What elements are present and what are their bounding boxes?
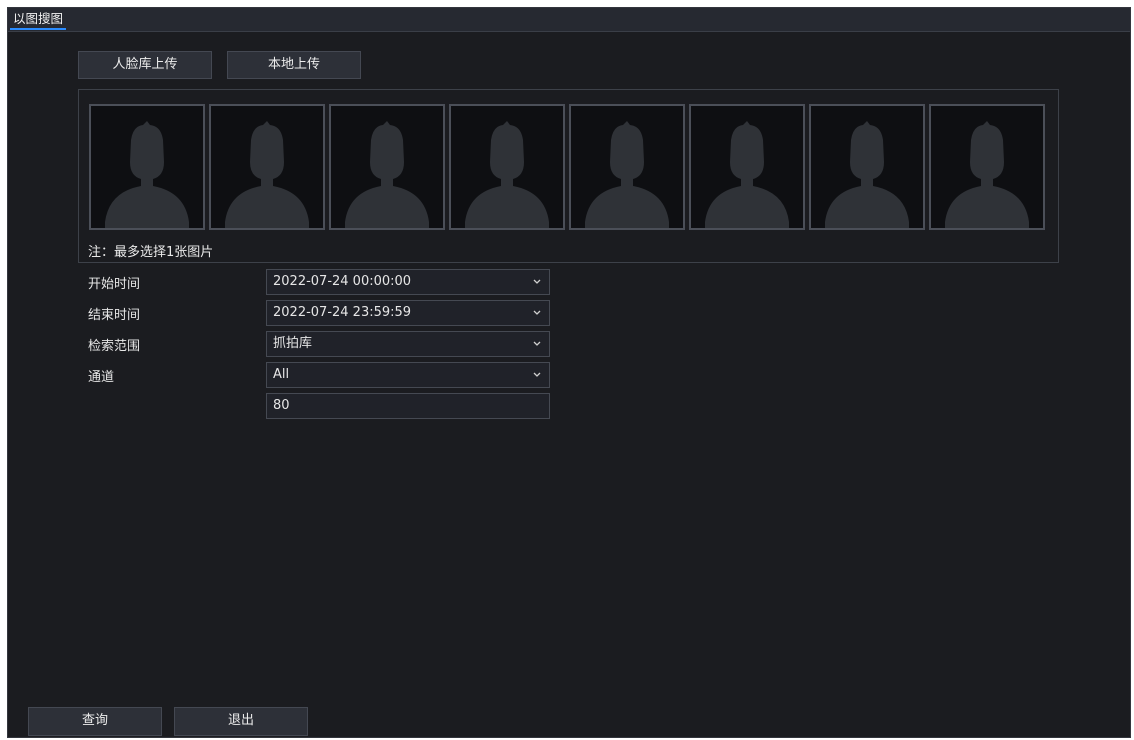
photo-selection-panel: 注：最多选择1张图片 <box>78 89 1059 263</box>
search-scope-label: 检索范围 <box>88 339 141 354</box>
query-button[interactable]: 查询 <box>28 707 162 736</box>
photo-slot[interactable] <box>209 104 325 230</box>
person-placeholder-icon <box>225 121 309 228</box>
photo-slot[interactable] <box>329 104 445 230</box>
person-placeholder-icon <box>825 121 909 228</box>
person-placeholder-icon <box>585 121 669 228</box>
selection-note: 注：最多选择1张图片 <box>88 245 214 260</box>
person-placeholder-icon <box>345 121 429 228</box>
end-time-select[interactable]: 2022-07-24 23:59:59 <box>266 300 550 326</box>
channel-label: 通道 <box>88 370 115 385</box>
chevron-down-icon <box>533 310 541 315</box>
search-scope-select[interactable]: 抓拍库 <box>266 331 550 357</box>
exit-button[interactable]: 退出 <box>174 707 308 736</box>
chevron-down-icon <box>533 341 541 346</box>
channel-value: All <box>273 367 290 382</box>
photo-slot[interactable] <box>89 104 205 230</box>
start-time-select[interactable]: 2022-07-24 00:00:00 <box>266 269 550 295</box>
search-by-image-window: 以图搜图 人脸库上传 本地上传 注：最多选择1张图片 开始时间 2022-07-… <box>7 7 1131 738</box>
similarity-value: 80 <box>273 398 290 413</box>
person-placeholder-icon <box>105 121 189 228</box>
person-placeholder-icon <box>705 121 789 228</box>
photo-slot[interactable] <box>689 104 805 230</box>
photo-slot-row <box>89 104 1045 230</box>
similarity-input[interactable]: 80 <box>266 393 550 419</box>
person-placeholder-icon <box>945 121 1029 228</box>
photo-slot[interactable] <box>449 104 565 230</box>
photo-slot[interactable] <box>809 104 925 230</box>
photo-slot[interactable] <box>929 104 1045 230</box>
photo-slot[interactable] <box>569 104 685 230</box>
face-library-upload-button[interactable]: 人脸库上传 <box>78 51 212 79</box>
chevron-down-icon <box>533 372 541 377</box>
person-placeholder-icon <box>465 121 549 228</box>
channel-select[interactable]: All <box>266 362 550 388</box>
local-upload-button[interactable]: 本地上传 <box>227 51 361 79</box>
search-scope-value: 抓拍库 <box>273 336 313 351</box>
start-time-label: 开始时间 <box>88 277 141 292</box>
end-time-label: 结束时间 <box>88 308 141 323</box>
end-time-value: 2022-07-24 23:59:59 <box>273 305 412 320</box>
tab-bar: 以图搜图 <box>8 8 1130 32</box>
start-time-value: 2022-07-24 00:00:00 <box>273 274 412 289</box>
tab-search-by-image[interactable]: 以图搜图 <box>10 10 67 30</box>
chevron-down-icon <box>533 279 541 284</box>
